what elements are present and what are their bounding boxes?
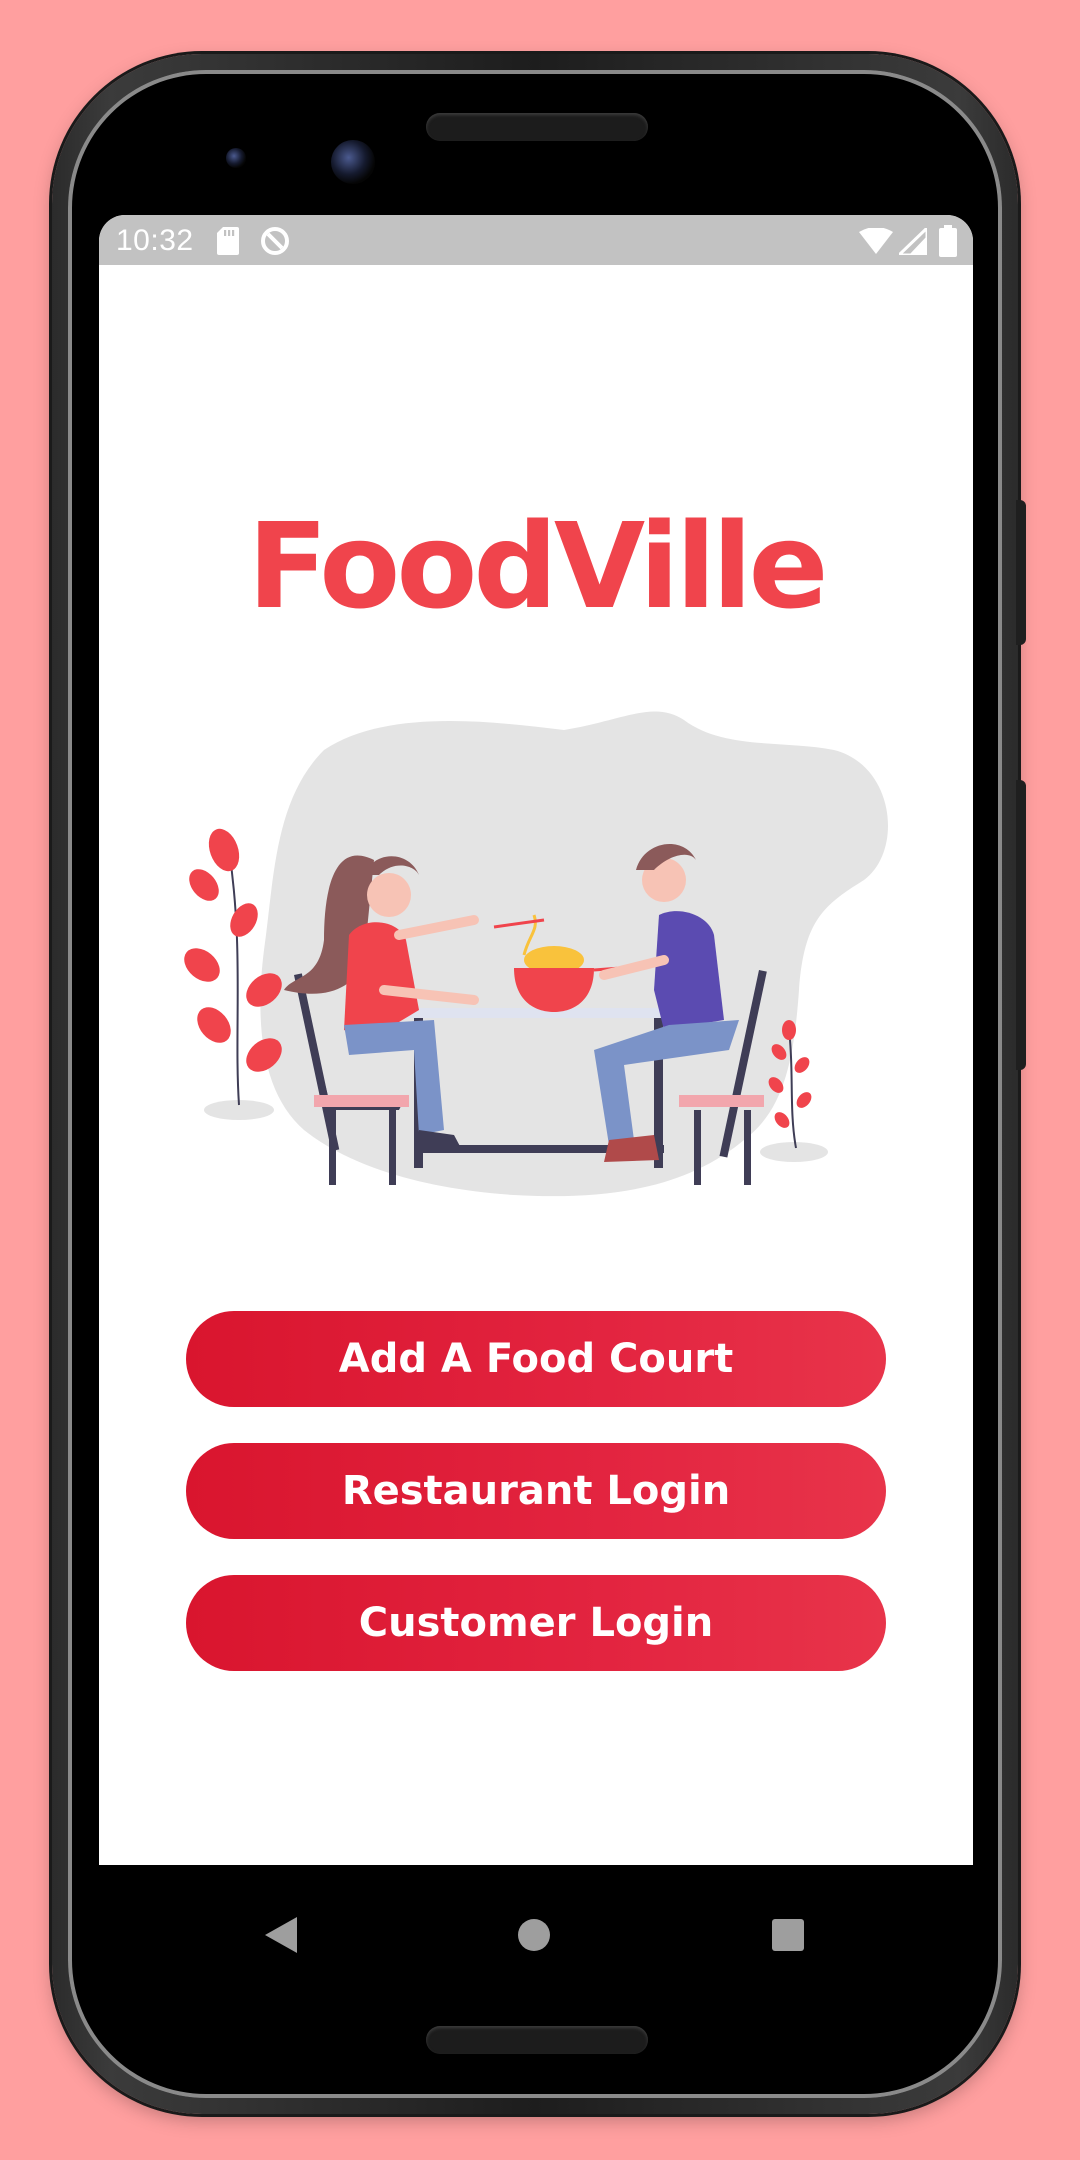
navigation-bar <box>99 1865 973 1965</box>
wifi-icon <box>859 228 893 254</box>
screen: 10:32 FoodVille Add A Food Court Restaur… <box>99 215 973 1865</box>
bottom-speaker <box>426 2026 648 2054</box>
add-food-court-button[interactable]: Add A Food Court <box>186 1311 886 1407</box>
home-icon[interactable] <box>517 1918 551 1952</box>
front-sensor <box>226 148 246 168</box>
battery-icon <box>939 225 957 257</box>
status-time: 10:32 <box>116 224 194 257</box>
earpiece-speaker <box>426 113 648 141</box>
back-icon[interactable] <box>263 1915 299 1955</box>
couple-eating-illustration <box>184 711 888 1197</box>
device-frame-background: 10:32 FoodVille Add A Food Court Restaur… <box>0 0 1080 2160</box>
sd-card-icon <box>217 227 239 255</box>
restaurant-login-button[interactable]: Restaurant Login <box>186 1443 886 1539</box>
app-title: FoodVille <box>247 497 828 635</box>
front-camera <box>331 140 375 184</box>
power-button <box>1016 500 1026 645</box>
customer-login-button[interactable]: Customer Login <box>186 1575 886 1671</box>
volume-button <box>1016 780 1026 1070</box>
app-content: FoodVille Add A Food Court Restaurant Lo… <box>99 265 973 1865</box>
sync-icon <box>261 227 289 255</box>
status-bar: 10:32 <box>99 215 973 265</box>
recents-icon[interactable] <box>772 1919 804 1951</box>
cell-signal-icon <box>899 228 927 255</box>
